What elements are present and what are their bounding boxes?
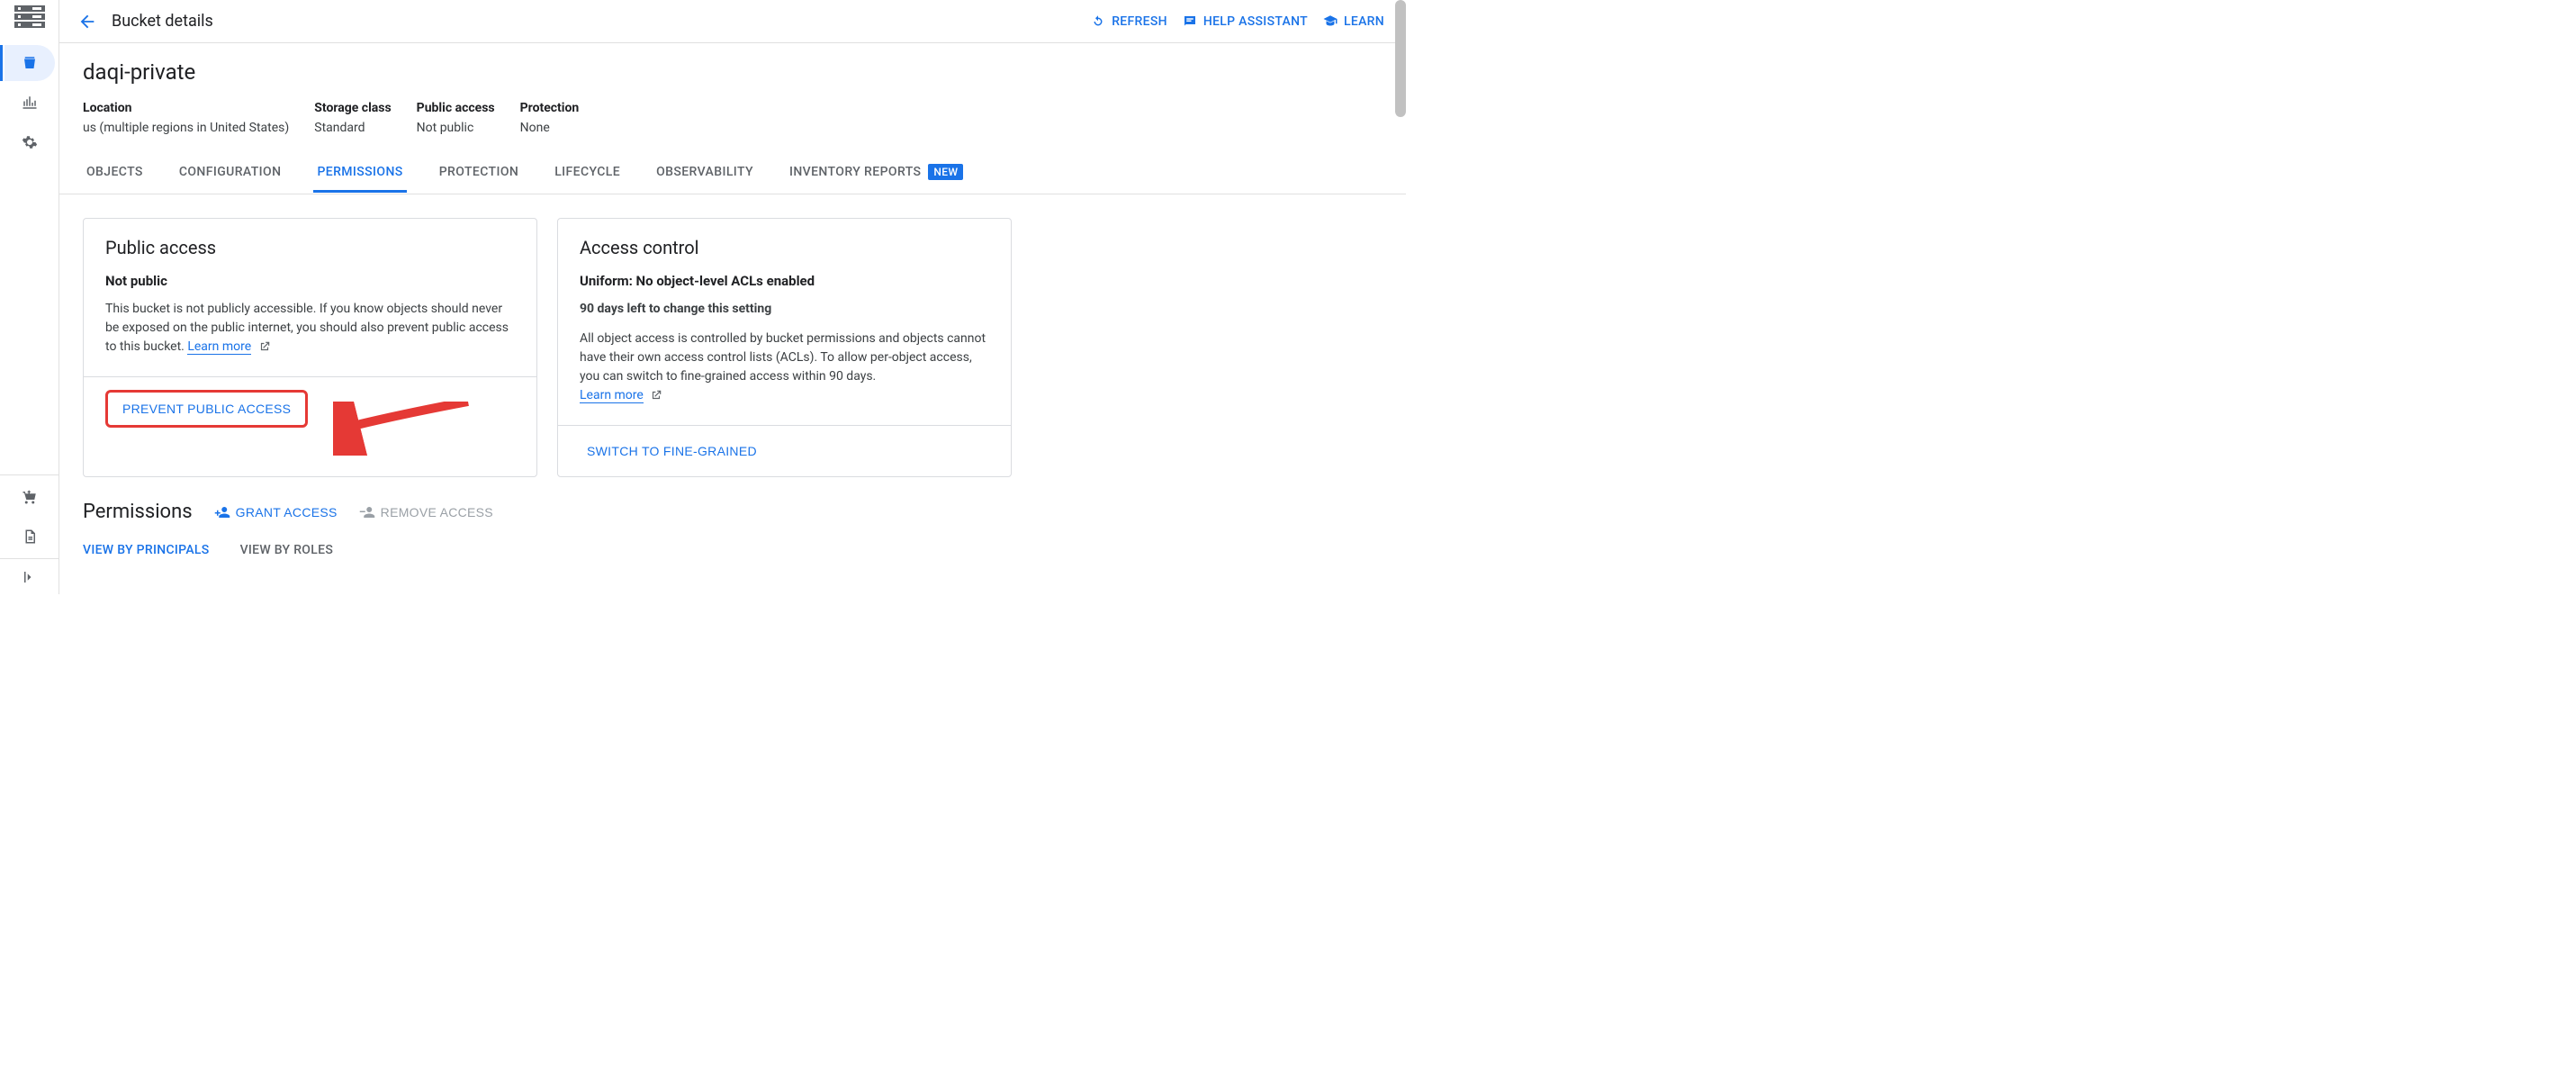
help-label: HELP ASSISTANT <box>1203 14 1308 29</box>
back-button[interactable] <box>77 12 97 32</box>
card-subtitle: Uniform: No object-level ACLs enabled <box>580 273 989 289</box>
grant-label: GRANT ACCESS <box>236 505 338 519</box>
meta-location: Location us (multiple regions in United … <box>83 101 289 135</box>
gear-icon <box>22 134 38 150</box>
bucket-name: daqi-private <box>83 59 1383 85</box>
meta-value: Standard <box>314 121 391 135</box>
learn-label: LEARN <box>1344 14 1384 29</box>
meta-label: Location <box>83 101 289 115</box>
learn-more-link[interactable]: Learn more <box>580 388 644 403</box>
storage-logo <box>14 5 45 27</box>
chart-icon <box>22 95 38 111</box>
meta-storage-class: Storage class Standard <box>314 101 391 135</box>
meta-protection: Protection None <box>520 101 580 135</box>
arrow-left-icon <box>77 12 97 32</box>
main: Bucket details REFRESH HELP ASSISTANT LE… <box>59 0 1406 594</box>
chat-icon <box>1182 14 1198 30</box>
permission-subtabs: VIEW BY PRINCIPALS VIEW BY ROLES <box>83 543 1383 557</box>
page-title: Bucket details <box>112 12 213 31</box>
cart-icon <box>22 489 38 505</box>
tabs: OBJECTS CONFIGURATION PERMISSIONS PROTEC… <box>59 155 1406 194</box>
bucket-icon <box>22 55 38 71</box>
help-assistant-button[interactable]: HELP ASSISTANT <box>1182 14 1308 30</box>
remove-person-icon <box>359 504 375 520</box>
grant-access-button[interactable]: GRANT ACCESS <box>214 504 338 520</box>
refresh-label: REFRESH <box>1112 14 1167 29</box>
card-text: All object access is controlled by bucke… <box>580 330 989 405</box>
new-badge: NEW <box>928 164 963 180</box>
sidebar-item-release-notes[interactable] <box>5 519 55 555</box>
card-title: Access control <box>580 237 989 258</box>
learn-more-link[interactable]: Learn more <box>187 339 251 355</box>
meta-value: Not public <box>417 121 495 135</box>
tab-inventory-reports[interactable]: INVENTORY REPORTS NEW <box>786 155 967 194</box>
card-footer: SWITCH TO FINE-GRAINED <box>558 425 1011 476</box>
tab-permissions[interactable]: PERMISSIONS <box>313 156 406 193</box>
topbar: Bucket details REFRESH HELP ASSISTANT LE… <box>59 0 1406 43</box>
tab-protection[interactable]: PROTECTION <box>436 156 523 193</box>
subtab-principals[interactable]: VIEW BY PRINCIPALS <box>83 543 210 557</box>
permissions-section: Permissions GRANT ACCESS REMOVE ACCESS <box>83 501 1383 523</box>
meta-public-access: Public access Not public <box>417 101 495 135</box>
refresh-button[interactable]: REFRESH <box>1090 14 1167 30</box>
content: daqi-private Location us (multiple regio… <box>59 43 1406 574</box>
highlight-annotation: PREVENT PUBLIC ACCESS <box>105 390 308 428</box>
switch-fine-grained-button[interactable]: SWITCH TO FINE-GRAINED <box>580 438 764 464</box>
meta-value: None <box>520 121 580 135</box>
sidebar-item-buckets[interactable] <box>5 45 55 81</box>
card-subtitle: Not public <box>105 273 515 289</box>
meta-label: Protection <box>520 101 580 115</box>
meta-label: Public access <box>417 101 495 115</box>
tab-observability[interactable]: OBSERVABILITY <box>653 156 757 193</box>
remove-access-button: REMOVE ACCESS <box>359 504 493 520</box>
sidebar <box>0 0 59 594</box>
meta-value: us (multiple regions in United States) <box>83 121 289 135</box>
graduation-icon <box>1322 14 1338 30</box>
permissions-title: Permissions <box>83 501 193 523</box>
card-note: 90 days left to change this setting <box>580 300 989 319</box>
sidebar-item-settings[interactable] <box>5 124 55 160</box>
tab-objects[interactable]: OBJECTS <box>83 156 147 193</box>
sidebar-item-monitoring[interactable] <box>5 85 55 121</box>
card-text: This bucket is not publicly accessible. … <box>105 300 515 357</box>
sidebar-expand[interactable] <box>0 558 59 594</box>
meta-label: Storage class <box>314 101 391 115</box>
refresh-icon <box>1090 14 1106 30</box>
add-person-icon <box>214 504 230 520</box>
bucket-meta-row: Location us (multiple regions in United … <box>83 101 1383 135</box>
access-control-card: Access control Uniform: No object-level … <box>557 218 1012 477</box>
prevent-public-access-button[interactable]: PREVENT PUBLIC ACCESS <box>115 396 298 421</box>
card-footer: PREVENT PUBLIC ACCESS <box>84 376 536 440</box>
sidebar-bottom <box>0 474 59 558</box>
cards-row: Public access Not public This bucket is … <box>83 218 1383 477</box>
tab-lifecycle[interactable]: LIFECYCLE <box>551 156 624 193</box>
external-link-icon <box>650 389 662 402</box>
chevron-right-icon <box>22 569 38 585</box>
document-icon <box>22 528 38 545</box>
sidebar-item-marketplace[interactable] <box>5 479 55 515</box>
tab-configuration[interactable]: CONFIGURATION <box>176 156 285 193</box>
scrollbar[interactable] <box>1395 0 1406 117</box>
subtab-roles[interactable]: VIEW BY ROLES <box>240 543 334 557</box>
learn-button[interactable]: LEARN <box>1322 14 1384 30</box>
external-link-icon <box>258 340 271 353</box>
card-title: Public access <box>105 237 515 258</box>
remove-label: REMOVE ACCESS <box>381 505 493 519</box>
public-access-card: Public access Not public This bucket is … <box>83 218 537 477</box>
